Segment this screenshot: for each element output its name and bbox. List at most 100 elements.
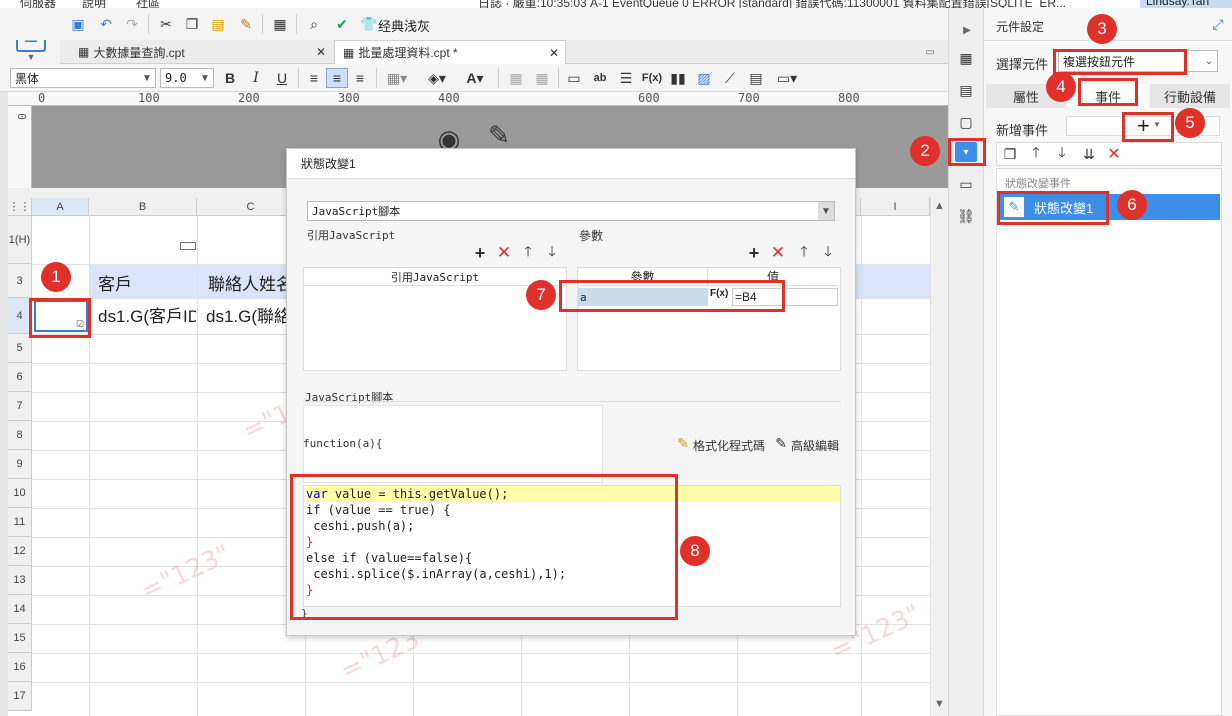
fill-color-icon[interactable]: ◈▾ — [422, 68, 452, 88]
align-center-icon[interactable]: ≡ — [326, 68, 348, 88]
tab-mobile[interactable]: 行動設備 — [1150, 84, 1230, 108]
main-toolbar: ▣ ↶ ↷ ✂ ❐ ▤ ✎ ▦ ⌕ ✔ 👕 经典浅灰 — [0, 8, 948, 40]
row-header[interactable]: 10 — [8, 479, 32, 508]
annotation-marker: 7 — [526, 280, 556, 310]
cell-b4[interactable]: ds1.G(客戶ID) — [98, 302, 196, 332]
check-icon[interactable]: ✔ — [332, 14, 352, 34]
advanced-edit-button[interactable]: 高級編輯 — [791, 437, 839, 454]
bold-icon[interactable]: B — [220, 68, 240, 88]
align-right-icon[interactable]: ≡ — [350, 68, 370, 88]
font-color-icon[interactable]: A▾ — [460, 68, 490, 88]
edit-icon[interactable]: ✎ — [484, 120, 514, 150]
save-icon[interactable]: ▣ — [68, 14, 88, 34]
move-down-icon[interactable]: 🡓 — [1053, 144, 1071, 163]
unmerge-icon[interactable]: ▦ — [532, 68, 552, 88]
align-left-icon[interactable]: ≡ — [304, 68, 324, 88]
tab-file-1[interactable]: ▦ 大數據量查詢.cpt ✕ — [70, 40, 332, 64]
vertical-scrollbar[interactable]: ▲ ▼ — [930, 198, 948, 716]
font-size-select[interactable]: 9.0 ▼ — [160, 68, 214, 88]
search-icon[interactable]: ⌕ — [304, 14, 324, 34]
cell-box-icon[interactable]: ▢ — [955, 112, 977, 132]
user-badge[interactable]: Lindsay.Tan — [1140, 0, 1232, 8]
text-icon[interactable]: ab — [590, 68, 610, 88]
image-icon[interactable]: ▨ — [694, 68, 714, 88]
preview-icon[interactable]: ▦ — [270, 14, 290, 34]
close-icon[interactable]: ✕ — [549, 46, 559, 60]
row-header[interactable]: 15 — [8, 624, 32, 653]
row-header[interactable]: 8 — [8, 421, 32, 450]
row-header[interactable]: 11 — [8, 508, 32, 537]
collapse-icon[interactable] — [180, 242, 196, 250]
theme-icon[interactable]: 👕 — [360, 14, 378, 34]
text-field-icon[interactable]: ▭ — [564, 68, 584, 88]
formula-icon[interactable]: F(x) — [642, 68, 662, 88]
font-name-select[interactable]: 黑体 ▼ — [10, 68, 156, 88]
add-icon[interactable]: + — [471, 243, 489, 263]
row-header[interactable]: 9 — [8, 450, 32, 479]
slash-icon[interactable]: ⟋ — [720, 68, 740, 88]
format-code-button[interactable]: 格式化程式碼 — [693, 437, 765, 454]
delete-icon[interactable]: ✕ — [1105, 145, 1123, 163]
row-header[interactable]: 13 — [8, 566, 32, 595]
border-icon[interactable]: ▦▾ — [382, 68, 412, 88]
column-header[interactable]: A — [32, 198, 89, 216]
rich-text-icon[interactable]: ☰ — [616, 68, 636, 88]
underline-icon[interactable]: U — [272, 68, 292, 88]
condition-icon[interactable]: ▭ — [955, 174, 977, 194]
cell-properties-icon[interactable]: ▦ — [955, 48, 977, 68]
select-all-corner[interactable]: ⋮⋮ — [8, 198, 32, 216]
copy-icon[interactable]: ❐ — [1001, 145, 1019, 163]
script-type-select[interactable]: JavaScript腳本 ▼ — [307, 201, 835, 221]
expand-icon[interactable]: ⤢ — [1210, 16, 1226, 32]
cell-b3[interactable]: 客戶 — [98, 270, 132, 295]
panel-title: 元件設定 — [996, 20, 1045, 34]
scroll-up-icon[interactable]: ▲ — [934, 200, 945, 212]
format-painter-icon[interactable]: ✎ — [236, 14, 256, 34]
delete-icon[interactable]: ✕ — [495, 243, 513, 263]
row-header[interactable]: 7 — [8, 392, 32, 421]
row-header[interactable]: 3 — [8, 264, 32, 298]
ref-js-list[interactable]: 引用JavaScript — [303, 267, 567, 371]
scroll-down-icon[interactable]: ▼ — [934, 698, 945, 710]
menu-community[interactable]: 社區 — [136, 0, 160, 8]
move-up-icon[interactable]: 🡑 — [1027, 144, 1045, 163]
row-header[interactable]: 6 — [8, 363, 32, 392]
close-icon[interactable]: ✕ — [316, 45, 326, 59]
paste-icon[interactable]: ▤ — [208, 14, 228, 34]
chevron-right-icon[interactable]: ▶ — [957, 22, 977, 38]
merge-icon[interactable]: ▦ — [506, 68, 526, 88]
menu-server[interactable]: 伺服器 — [20, 0, 56, 8]
italic-icon[interactable]: I — [246, 68, 266, 88]
row-header[interactable]: 14 — [8, 595, 32, 624]
chart-icon[interactable]: ▮▮ — [668, 68, 688, 88]
move-up-icon[interactable]: 🡑 — [519, 243, 537, 263]
row-header[interactable]: 16 — [8, 653, 32, 682]
annotation-box-2 — [948, 138, 986, 166]
user-name: Lindsay.Tan — [1146, 0, 1210, 8]
subreport-icon[interactable]: ▤ — [746, 68, 766, 88]
row-header[interactable]: 12 — [8, 537, 32, 566]
theme-label[interactable]: 经典浅灰 — [378, 16, 430, 35]
move-down-icon[interactable]: 🡓 — [819, 243, 837, 263]
chevron-down-icon[interactable]: ▼ — [24, 52, 38, 62]
tab-list-icon[interactable]: ▭ — [920, 44, 940, 60]
move-down-icon[interactable]: 🡓 — [543, 243, 561, 263]
redo-icon[interactable]: ↷ — [122, 14, 142, 34]
cell-info-icon[interactable]: ▤ — [955, 80, 977, 100]
row-header[interactable]: 5 — [8, 334, 32, 363]
menu-help[interactable]: 說明 — [82, 0, 106, 8]
cut-icon[interactable]: ✂ — [156, 14, 176, 34]
copy-icon[interactable]: ❐ — [182, 14, 202, 34]
undo-icon[interactable]: ↶ — [96, 14, 116, 34]
row-header[interactable]: 17 — [8, 682, 32, 711]
row-header[interactable]: 1(H) — [8, 216, 32, 264]
column-header[interactable]: B — [89, 198, 197, 216]
add-param-icon[interactable]: + — [745, 243, 763, 263]
column-header[interactable]: I — [861, 198, 930, 216]
tab-file-2[interactable]: ▦ 批量處理資料.cpt * ✕ — [334, 40, 566, 64]
more-icon[interactable]: ▭▾ — [772, 68, 802, 88]
move-bottom-icon[interactable]: ⇊ — [1079, 145, 1099, 163]
delete-param-icon[interactable]: ✕ — [769, 243, 787, 263]
link-icon[interactable]: ⛓ — [955, 206, 977, 226]
move-up-icon[interactable]: 🡑 — [795, 243, 813, 263]
